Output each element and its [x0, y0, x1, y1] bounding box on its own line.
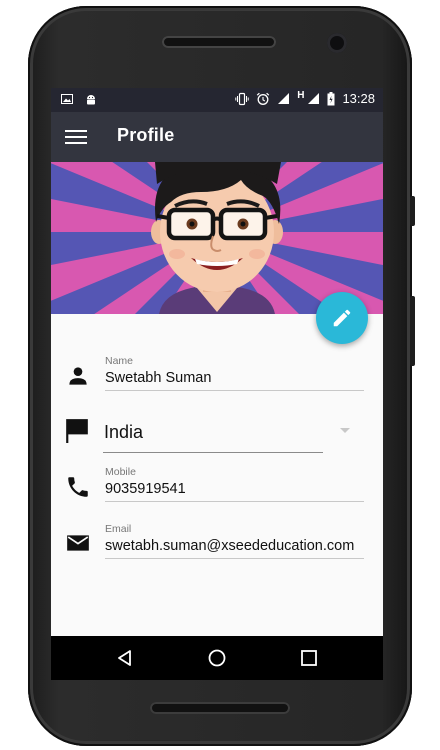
recents-icon[interactable]	[299, 648, 319, 668]
mobile-label: Mobile	[105, 466, 136, 478]
network-type: H	[297, 90, 305, 101]
phone-icon	[68, 477, 88, 497]
mobile-input[interactable]: 9035919541	[105, 478, 364, 502]
signal-icon	[308, 93, 320, 104]
home-icon[interactable]	[207, 648, 227, 668]
status-time: 13:28	[342, 91, 375, 106]
pencil-edit-icon	[333, 309, 351, 327]
app-toolbar: Profile	[51, 112, 383, 162]
volume-button	[410, 296, 415, 366]
name-label: Name	[105, 355, 134, 367]
country-select[interactable]: India	[103, 414, 323, 453]
name-input[interactable]: Swetabh Suman	[105, 367, 364, 391]
front-camera	[327, 33, 347, 53]
country-value: India	[104, 422, 144, 442]
alarm-icon	[256, 92, 270, 105]
edit-profile-button[interactable]	[316, 292, 368, 344]
email-field[interactable]: Email swetabh.suman@xseededucation.com	[105, 523, 364, 559]
bottom-speaker	[150, 702, 290, 714]
mobile-field[interactable]: Mobile 9035919541	[105, 466, 364, 502]
page-title: Profile	[117, 125, 175, 145]
email-icon	[67, 535, 89, 551]
flag-icon	[66, 419, 88, 443]
email-label: Email	[105, 523, 132, 535]
back-icon[interactable]	[115, 648, 135, 668]
status-bar: H 13:28	[51, 88, 383, 112]
vibrate-icon	[235, 92, 249, 105]
chevron-down-icon[interactable]	[340, 428, 350, 433]
system-navigation-bar	[51, 636, 383, 680]
profile-avatar-image	[51, 162, 383, 314]
hamburger-menu-icon[interactable]	[65, 126, 87, 148]
name-field[interactable]: Name Swetabh Suman	[105, 355, 364, 391]
android-icon	[87, 95, 95, 105]
image-icon	[61, 94, 73, 104]
battery-icon	[327, 91, 335, 105]
power-button	[410, 196, 415, 226]
profile-header-image	[51, 162, 383, 314]
person-icon	[69, 367, 87, 385]
app-screen: H 13:28 Profile Name Swetabh Suman India…	[51, 88, 383, 680]
signal-icon	[278, 93, 290, 104]
earpiece-speaker	[162, 36, 276, 48]
email-input[interactable]: swetabh.suman@xseededucation.com	[105, 535, 364, 559]
